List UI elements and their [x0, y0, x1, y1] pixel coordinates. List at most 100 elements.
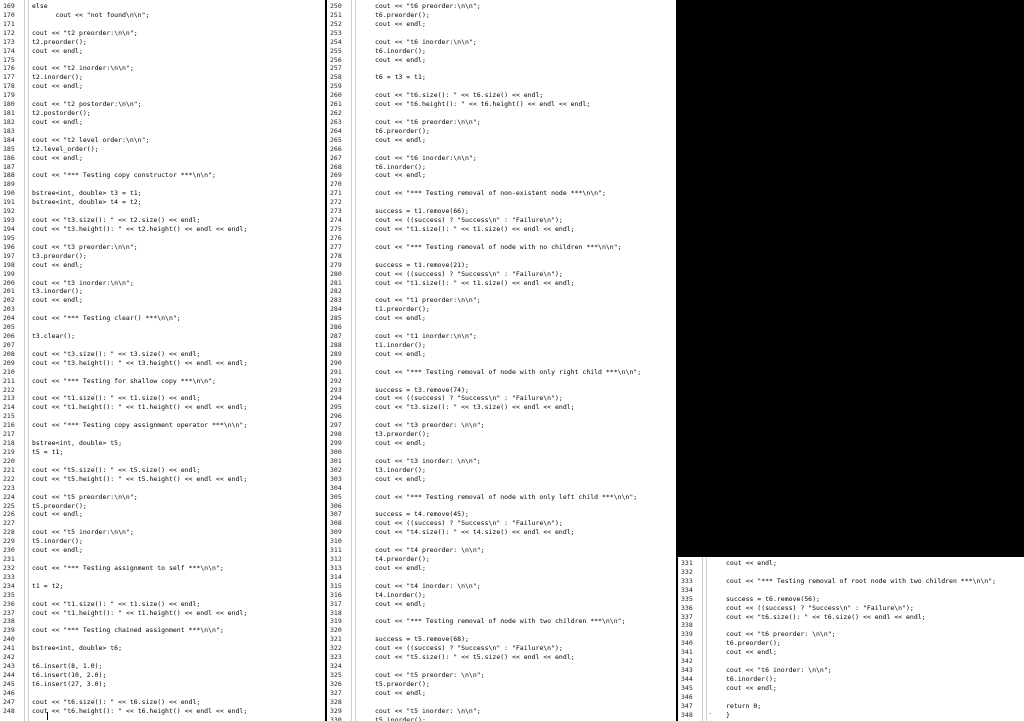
- code-line[interactable]: cout << "t1 inorder:\n\n";: [375, 332, 477, 341]
- code-line[interactable]: t5 = t1;: [32, 448, 63, 457]
- code-line[interactable]: cout << "t6 inorder:\n\n";: [375, 154, 477, 163]
- code-line[interactable]: cout << "*** Testing copy assignment ope…: [32, 421, 247, 430]
- code-line[interactable]: success = t5.remove(68);: [375, 635, 469, 644]
- code-line[interactable]: cout << "*** Testing removal of node wit…: [375, 617, 625, 626]
- code-line[interactable]: cout << endl;: [375, 314, 426, 323]
- code-line[interactable]: cout << endl;: [375, 475, 426, 484]
- code-line[interactable]: cout << endl;: [375, 20, 426, 29]
- code-line[interactable]: cout << "t5.size(): " << t5.size() << en…: [375, 653, 575, 662]
- code-line[interactable]: cout << "t4 inorder: \n\n";: [375, 582, 481, 591]
- code-line[interactable]: success = t4.remove(45);: [375, 510, 469, 519]
- code-line[interactable]: cout << "t1.height(): " << t1.height() <…: [32, 403, 247, 412]
- code-line[interactable]: cout << "t3.size(): " << t3.size() << en…: [32, 350, 200, 359]
- code-line[interactable]: cout << "*** Testing for shallow copy **…: [32, 377, 216, 386]
- code-line[interactable]: cout << "t2 postorder:\n\n";: [32, 100, 142, 109]
- code-line[interactable]: cout << endl;: [375, 564, 426, 573]
- code-line[interactable]: cout << ((success) ? "Success\n" : "Fail…: [375, 216, 563, 225]
- code-line[interactable]: cout << "t5 inorder:\n\n";: [32, 528, 134, 537]
- code-line[interactable]: cout << endl;: [32, 546, 83, 555]
- code-line[interactable]: cout << "*** Testing clear() ***\n\n";: [32, 314, 181, 323]
- code-line[interactable]: cout << endl;: [375, 350, 426, 359]
- code-line[interactable]: cout << endl;: [375, 136, 426, 145]
- code-line[interactable]: t2.postorder();: [32, 109, 91, 118]
- code-line[interactable]: cout << "t5.size(): " << t5.size() << en…: [32, 466, 200, 475]
- fold-marker-icon[interactable]: -: [708, 709, 712, 718]
- code-line[interactable]: cout << "t3.height(): " << t2.height() <…: [32, 225, 247, 234]
- code-line[interactable]: bstree<int, double> t6;: [32, 644, 122, 653]
- code-line[interactable]: cout << "*** Testing removal of root nod…: [726, 577, 996, 586]
- code-line[interactable]: t6.inorder();: [375, 47, 426, 56]
- code-line[interactable]: t5.preorder();: [32, 502, 87, 511]
- code-line[interactable]: }: [726, 711, 730, 720]
- code-line[interactable]: t6.preorder();: [375, 127, 430, 136]
- code-line[interactable]: cout << "t3.size(): " << t2.size() << en…: [32, 216, 200, 225]
- code-pane-left[interactable]: 169 170 171 172 173 174 175 176 177 178 179 180 181 1…: [0, 0, 325, 721]
- code-line[interactable]: cout << "t3 preorder:\n\n";: [32, 243, 138, 252]
- code-pane-right[interactable]: 331 332 333 334 335 336 337 338 339 340 341 342 343 3…: [678, 557, 1024, 721]
- code-line[interactable]: success = t6.remove(56);: [726, 595, 820, 604]
- code-line[interactable]: cout << endl;: [32, 47, 83, 56]
- code-line[interactable]: cout << "*** Testing assignment to self …: [32, 564, 224, 573]
- code-line[interactable]: t6 = t3 = t1;: [375, 73, 426, 82]
- code-line[interactable]: cout << endl;: [726, 648, 777, 657]
- code-line[interactable]: cout << "not found\n\n";: [32, 11, 149, 20]
- code-line[interactable]: cout << "t6 preorder:\n\n";: [375, 2, 481, 11]
- code-line[interactable]: cout << "t1.size(): " << t1.size() << en…: [375, 279, 575, 288]
- code-line[interactable]: else: [32, 2, 48, 11]
- code-line[interactable]: bstree<int, double> t5;: [32, 439, 122, 448]
- code-line[interactable]: cout << "t6 inorder: \n\n";: [726, 666, 832, 675]
- code-line[interactable]: cout << "t5 preorder:\n\n";: [32, 493, 138, 502]
- code-line[interactable]: cout << "t1.size(): " << t1.size() << en…: [32, 394, 200, 403]
- code-line[interactable]: cout << endl;: [32, 510, 83, 519]
- code-line[interactable]: t2.inorder();: [32, 73, 83, 82]
- code-line[interactable]: cout << "t2 preorder:\n\n";: [32, 29, 138, 38]
- code-line[interactable]: t5.inorder();: [32, 537, 83, 546]
- code-line[interactable]: cout << endl;: [32, 296, 83, 305]
- code-line[interactable]: t3.preorder();: [32, 252, 87, 261]
- code-line[interactable]: cout << "t2 level order:\n\n";: [32, 136, 149, 145]
- code-line[interactable]: cout << endl;: [375, 56, 426, 65]
- code-line[interactable]: success = t1.remove(66);: [375, 207, 469, 216]
- code-line[interactable]: cout << "t3 inorder:\n\n";: [32, 279, 134, 288]
- code-line[interactable]: bstree<int, double> t4 = t2;: [32, 198, 142, 207]
- code-area[interactable]: cout << endl; cout << "*** Testing remova…: [726, 557, 1024, 721]
- code-line[interactable]: cout << "t5 inorder: \n\n";: [375, 707, 481, 716]
- code-line[interactable]: cout << ((success) ? "Success\n" : "Fail…: [726, 604, 914, 613]
- code-line[interactable]: cout << "t4.size(): " << t4.size() << en…: [375, 528, 575, 537]
- code-line[interactable]: t3.clear();: [32, 332, 75, 341]
- code-line[interactable]: t6.inorder();: [726, 675, 777, 684]
- code-area[interactable]: else cout << "not found\n\n"; cout << "t2…: [32, 0, 325, 721]
- code-line[interactable]: cout << endl;: [375, 600, 426, 609]
- code-line[interactable]: cout << "t6 preorder:\n\n";: [375, 118, 481, 127]
- code-line[interactable]: cout << "t3.size(): " << t3.size() << en…: [375, 403, 575, 412]
- code-line[interactable]: cout << "t1 preorder:\n\n";: [375, 296, 481, 305]
- code-line[interactable]: cout << "t5 preorder: \n\n";: [375, 671, 485, 680]
- code-line[interactable]: t6.preorder();: [375, 11, 430, 20]
- code-line[interactable]: cout << "*** Testing chained assignment …: [32, 626, 224, 635]
- code-line[interactable]: cout << "t3.height(): " << t3.height() <…: [32, 359, 247, 368]
- code-line[interactable]: cout << endl;: [32, 154, 83, 163]
- code-line[interactable]: cout << "*** Testing removal of node wit…: [375, 243, 622, 252]
- code-line[interactable]: cout << "t3 inorder: \n\n";: [375, 457, 481, 466]
- code-line[interactable]: cout << ((success) ? "Success\n" : "Fail…: [375, 394, 563, 403]
- code-line[interactable]: t6.insert(27, 3.0);: [32, 680, 106, 689]
- code-pane-middle[interactable]: 250 251 252 253 254 255 256 257 258 259 260 261 262 2…: [327, 0, 676, 721]
- code-line[interactable]: t5.preorder();: [375, 680, 430, 689]
- code-line[interactable]: cout << "t2 inorder:\n\n";: [32, 64, 134, 73]
- code-line[interactable]: cout << "t1.height(): " << t1.height() <…: [32, 609, 247, 618]
- code-line[interactable]: cout << "*** Testing removal of node wit…: [375, 368, 641, 377]
- code-line[interactable]: cout << endl;: [32, 118, 83, 127]
- code-line[interactable]: t2.preorder();: [32, 38, 87, 47]
- code-line[interactable]: cout << "*** Testing removal of non-exis…: [375, 189, 606, 198]
- code-line[interactable]: success = t3.remove(74);: [375, 386, 469, 395]
- code-line[interactable]: cout << "t5.height(): " << t5.height() <…: [32, 475, 247, 484]
- code-line[interactable]: t4.preorder();: [375, 555, 430, 564]
- code-line[interactable]: cout << "*** Testing removal of node wit…: [375, 493, 637, 502]
- code-line[interactable]: cout << "t1.size(): " << t1.size() << en…: [375, 225, 575, 234]
- code-line[interactable]: t3.preorder();: [375, 430, 430, 439]
- code-line[interactable]: cout << ((success) ? "Success\n" : "Fail…: [375, 519, 563, 528]
- code-line[interactable]: cout << "t4 preorder: \n\n";: [375, 546, 485, 555]
- code-line[interactable]: t1 = t2;: [32, 582, 63, 591]
- code-line[interactable]: cout << "t3 preorder: \n\n";: [375, 421, 485, 430]
- code-line[interactable]: cout << ((success) ? "Success\n" : "Fail…: [375, 270, 563, 279]
